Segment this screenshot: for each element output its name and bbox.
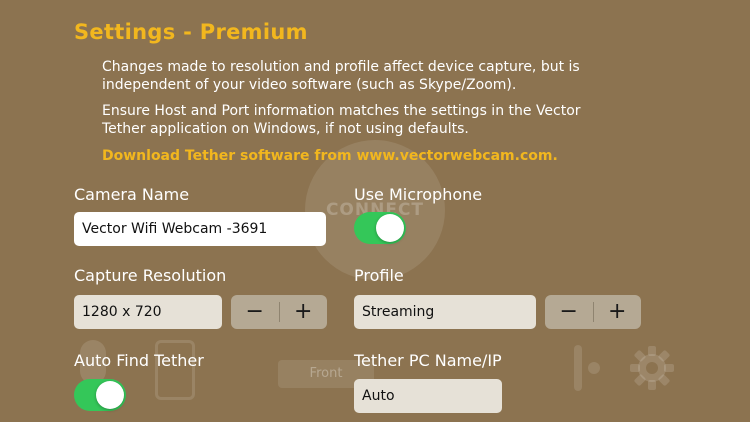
download-tether-link[interactable]: Download Tether software from www.vector… [102,148,558,164]
phone-camera-icon [155,340,195,400]
gear-icon [630,346,674,390]
profile-label: Profile [354,266,404,285]
info-paragraph-host-port: Ensure Host and Port information matches… [102,103,581,137]
resolution-increment-button[interactable]: + [280,295,328,329]
info-paragraph-resolution: Changes made to resolution and profile a… [102,59,580,93]
resolution-decrement-button[interactable]: − [231,295,279,329]
auto-find-tether-label: Auto Find Tether [74,351,204,370]
auto-find-tether-toggle[interactable] [74,379,126,411]
toggle-knob [96,381,124,409]
profile-field: Streaming [354,295,536,329]
slider-dot-icon [588,362,600,374]
capture-resolution-stepper: − + [231,295,327,329]
use-microphone-toggle[interactable] [354,212,406,244]
tether-pc-label: Tether PC Name/IP [354,351,502,370]
camera-name-input[interactable]: Vector Wifi Webcam -3691 [74,212,326,246]
capture-resolution-label: Capture Resolution [74,266,227,285]
profile-decrement-button[interactable]: − [545,295,593,329]
slider-track-icon [574,345,582,391]
toggle-knob [376,214,404,242]
profile-stepper: − + [545,295,641,329]
camera-name-label: Camera Name [74,185,190,204]
profile-increment-button[interactable]: + [594,295,642,329]
page-title: Settings - Premium [74,20,308,44]
capture-resolution-field: 1280 x 720 [74,295,222,329]
tether-pc-input[interactable]: Auto [354,379,502,413]
use-microphone-label: Use Microphone [354,185,483,204]
